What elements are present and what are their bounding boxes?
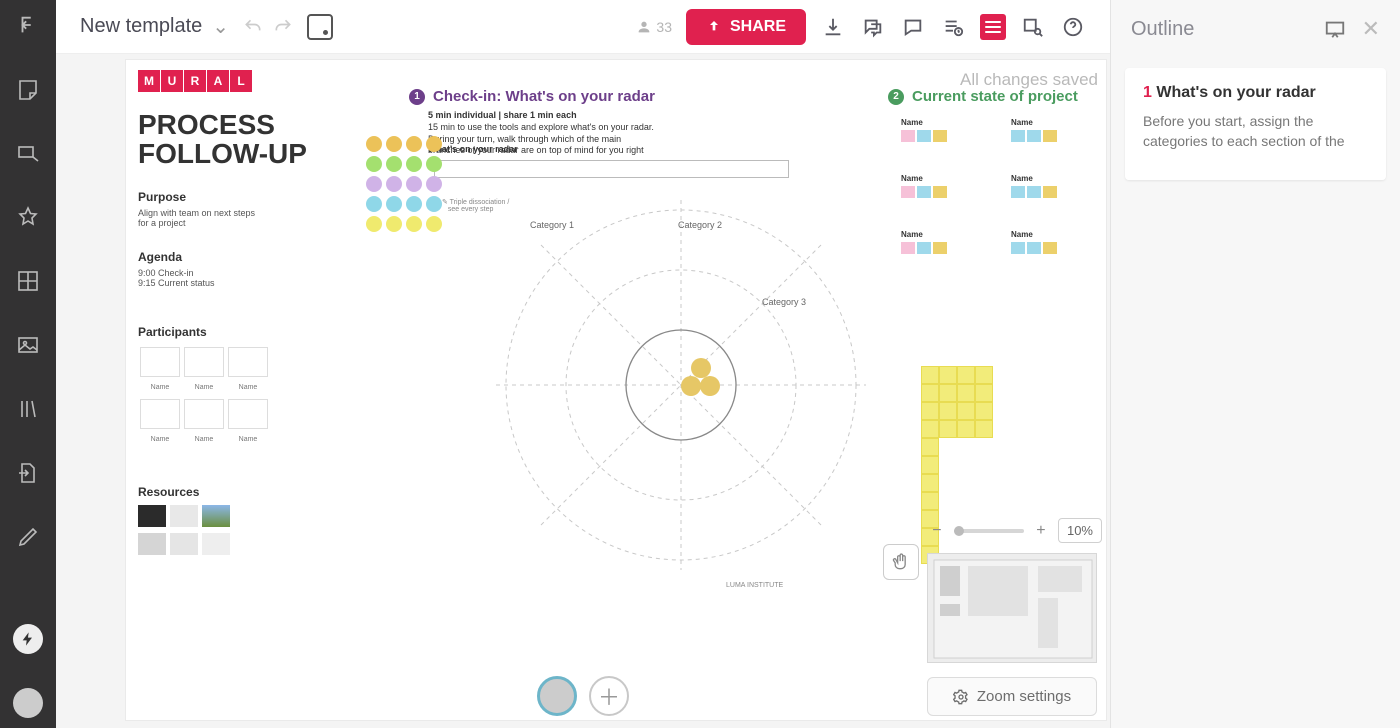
left-toolbar xyxy=(0,0,56,728)
files-tool-icon[interactable] xyxy=(13,394,43,424)
help-icon[interactable] xyxy=(1060,14,1086,40)
zoom-slider[interactable] xyxy=(954,529,1024,533)
collaborator-count-value: 33 xyxy=(656,19,672,35)
image-tool-icon[interactable] xyxy=(13,330,43,360)
save-status: All changes saved xyxy=(960,70,1098,90)
zoom-in-button[interactable]: + xyxy=(1032,522,1050,540)
zoom-panel: − + 10% Zoom settings xyxy=(927,518,1102,716)
outline-step-title: What's on your radar xyxy=(1156,84,1315,101)
activity-icon[interactable] xyxy=(13,624,43,654)
category-1-label: Category 1 xyxy=(530,220,574,230)
section-2-header: 2Current state of project xyxy=(888,88,1078,105)
zoom-settings-button[interactable]: Zoom settings xyxy=(927,677,1097,716)
purpose-section: Purpose Align with team on next steps fo… xyxy=(138,190,258,228)
present-icon[interactable] xyxy=(1324,18,1346,40)
activity-timer-icon[interactable] xyxy=(940,14,966,40)
resources-section: Resources xyxy=(138,485,288,555)
shapes-tool-icon[interactable] xyxy=(13,138,43,168)
star-tool-icon[interactable] xyxy=(13,202,43,232)
import-tool-icon[interactable] xyxy=(13,458,43,488)
category-3-label: Category 3 xyxy=(762,297,806,307)
category-2-label: Category 2 xyxy=(678,220,722,230)
comment-icon[interactable] xyxy=(900,14,926,40)
participants-section: Participants Name Name Name Name Name Na… xyxy=(138,325,278,443)
outline-step-card[interactable]: 1 What's on your radar Before you start,… xyxy=(1125,68,1386,180)
sticky-note-tool-icon[interactable] xyxy=(13,74,43,104)
chat-icon[interactable] xyxy=(860,14,886,40)
pan-hand-icon[interactable] xyxy=(883,544,919,580)
facilitator-avatar[interactable] xyxy=(537,676,577,716)
section-1-header: 1Check-in: What's on your radar xyxy=(409,88,655,105)
export-icon[interactable] xyxy=(820,14,846,40)
outline-step-body: Before you start, assign the categories … xyxy=(1143,112,1368,152)
brand-logo: MURAL xyxy=(138,70,253,92)
user-avatar[interactable] xyxy=(13,688,43,718)
zoom-settings-label: Zoom settings xyxy=(977,688,1071,705)
board-title: PROCESS FOLLOW-UP xyxy=(138,110,307,169)
add-collaborator-button[interactable]: ＋ xyxy=(589,676,629,716)
frameworks-tool-icon[interactable] xyxy=(13,266,43,296)
canvas[interactable]: All changes saved MURAL PROCESS FOLLOW-U… xyxy=(56,54,1110,728)
outline-toggle-icon[interactable] xyxy=(980,14,1006,40)
share-button[interactable]: SHARE xyxy=(686,9,806,45)
close-icon[interactable]: ✕ xyxy=(1362,16,1380,42)
zoom-out-button[interactable]: − xyxy=(928,522,946,540)
back-icon[interactable] xyxy=(13,10,43,40)
redo-icon[interactable] xyxy=(273,17,293,37)
radar-input[interactable] xyxy=(434,160,789,178)
share-button-label: SHARE xyxy=(730,18,786,36)
mural-title[interactable]: New template xyxy=(80,15,202,38)
agenda-section: Agenda 9:00 Check-in 9:15 Current status xyxy=(138,250,258,288)
collaborator-count[interactable]: 33 xyxy=(636,19,672,35)
private-mode-icon[interactable] xyxy=(307,14,333,40)
draw-tool-icon[interactable] xyxy=(13,522,43,552)
project-state-grid[interactable]: NameNameNameNameNameName xyxy=(901,118,1110,254)
color-palette[interactable] xyxy=(366,136,442,232)
find-icon[interactable] xyxy=(1020,14,1046,40)
radar-chart[interactable] xyxy=(496,200,866,570)
minimap[interactable] xyxy=(927,553,1097,663)
outline-panel: Outline ✕ 1 What's on your radar Before … xyxy=(1110,0,1400,728)
outline-title: Outline xyxy=(1131,18,1194,41)
top-header: New template ⌄ 33 SHARE xyxy=(56,0,1110,54)
facilitator-bar: ＋ xyxy=(537,676,629,716)
zoom-percent[interactable]: 10% xyxy=(1058,518,1102,543)
undo-icon[interactable] xyxy=(243,17,263,37)
chevron-down-icon[interactable]: ⌄ xyxy=(212,14,229,39)
outline-step-number: 1 xyxy=(1143,84,1152,101)
